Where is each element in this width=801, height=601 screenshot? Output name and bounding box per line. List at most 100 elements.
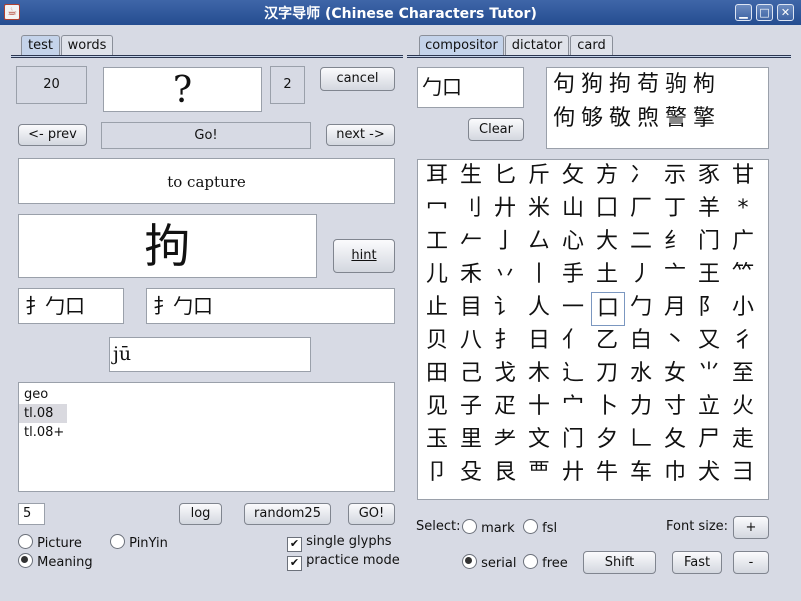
radical-cell[interactable]: 冫 <box>625 160 657 192</box>
font-minus-button[interactable]: - <box>733 551 769 574</box>
radical-cell[interactable]: 廾 <box>489 193 521 225</box>
radical-cell[interactable]: 女 <box>659 358 691 390</box>
radical-cell[interactable]: 田 <box>421 358 453 390</box>
radical-cell[interactable]: 甘 <box>727 160 759 192</box>
radio-serial[interactable] <box>462 554 477 569</box>
composition-left-field[interactable]: 扌勹口 <box>18 288 124 324</box>
radical-cell[interactable]: 厂 <box>625 193 657 225</box>
radical-cell[interactable]: 勹 <box>625 292 657 324</box>
radical-cell[interactable]: 止 <box>421 292 453 324</box>
radical-cell[interactable]: 王 <box>693 259 725 291</box>
radical-cell[interactable]: 亅 <box>489 226 521 258</box>
radical-cell[interactable]: 广 <box>727 226 759 258</box>
radical-cell[interactable]: 木 <box>523 358 555 390</box>
radical-cell[interactable]: 夕 <box>591 424 623 456</box>
radical-cell[interactable]: 讠 <box>489 292 521 324</box>
tab-dictator[interactable]: dictator <box>505 35 569 57</box>
radical-cell[interactable]: 𠃊 <box>625 424 657 456</box>
option-fsl[interactable]: fsl <box>523 519 557 536</box>
radical-cell[interactable]: 攵 <box>557 160 589 192</box>
radical-cell[interactable]: 戈 <box>489 358 521 390</box>
maximize-button[interactable]: □ <box>756 4 773 21</box>
radical-cell[interactable]: 力 <box>625 391 657 423</box>
radical-cell[interactable]: 宀 <box>557 391 589 423</box>
radical-cell[interactable]: 扌 <box>489 325 521 357</box>
radical-cell[interactable]: 𠂉 <box>455 226 487 258</box>
radio-fsl[interactable] <box>523 519 538 534</box>
pinyin-field[interactable]: jū <box>109 337 311 372</box>
fast-button[interactable]: Fast <box>672 551 722 574</box>
option-single-glyphs[interactable]: ✔ single glyphs <box>287 534 392 552</box>
radical-cell[interactable]: 尸 <box>693 424 725 456</box>
radical-cell[interactable]: 禾 <box>455 259 487 291</box>
compose-input[interactable]: 勹口 <box>417 67 524 108</box>
radical-cell[interactable]: 日 <box>523 325 555 357</box>
radical-cell[interactable]: 寸 <box>659 391 691 423</box>
radical-cell[interactable]: 豕 <box>693 160 725 192</box>
radical-cell[interactable]: 口 <box>591 292 625 326</box>
shift-button[interactable]: Shift <box>583 551 656 574</box>
radical-cell[interactable]: 火 <box>727 391 759 423</box>
radical-cell[interactable]: 刀 <box>591 358 623 390</box>
tab-test[interactable]: test <box>21 35 60 57</box>
clear-button[interactable]: Clear <box>468 118 524 141</box>
random25-button[interactable]: random25 <box>244 503 331 525</box>
radical-cell[interactable]: 见 <box>421 391 453 423</box>
option-pinyin[interactable]: PinYin <box>110 534 168 551</box>
radical-cell[interactable]: 疋 <box>489 391 521 423</box>
radical-cell[interactable]: 水 <box>625 358 657 390</box>
word-list[interactable]: geo tl.08 tl.08+ <box>18 382 395 492</box>
radical-cell[interactable]: 大 <box>591 226 623 258</box>
results-row[interactable]: 佝够敬煦警擎 <box>547 102 768 136</box>
radical-cell[interactable]: 纟 <box>659 226 691 258</box>
tab-words[interactable]: words <box>61 35 113 57</box>
minimize-button[interactable]: ▁ <box>735 4 752 21</box>
radical-cell[interactable]: ⺮ <box>727 259 759 291</box>
radical-cell[interactable]: 小 <box>727 292 759 324</box>
radical-cell[interactable]: 乙 <box>591 325 623 357</box>
radical-cell[interactable]: 贝 <box>421 325 453 357</box>
go-button[interactable]: Go! <box>101 122 311 149</box>
list-item[interactable]: geo <box>19 385 394 404</box>
radical-cell[interactable]: 心 <box>557 226 589 258</box>
font-plus-button[interactable]: + <box>733 516 769 539</box>
option-mark[interactable]: mark <box>462 519 515 536</box>
option-meaning[interactable]: Meaning <box>18 553 93 570</box>
radical-cell[interactable]: 手 <box>557 259 589 291</box>
radical-cell[interactable]: 十 <box>523 391 555 423</box>
radio-mark[interactable] <box>462 519 477 534</box>
radical-cell[interactable]: 辶 <box>557 358 589 390</box>
radical-cell[interactable]: 廾 <box>557 457 589 489</box>
quantity-field[interactable]: 5 <box>18 503 45 525</box>
option-free[interactable]: free <box>523 554 568 571</box>
radical-cell[interactable]: 门 <box>557 424 589 456</box>
radical-cell[interactable]: 艮 <box>489 457 521 489</box>
radical-cell[interactable]: 斤 <box>523 160 555 192</box>
radical-cell[interactable]: 亠 <box>659 259 691 291</box>
radical-cell[interactable]: 卜 <box>591 391 623 423</box>
radical-cell[interactable]: 殳 <box>455 457 487 489</box>
radical-cell[interactable]: ⺌ <box>693 358 725 390</box>
radio-pinyin[interactable] <box>110 534 125 549</box>
radical-cell[interactable]: 巾 <box>659 457 691 489</box>
radical-cell[interactable]: 里 <box>455 424 487 456</box>
radical-cell[interactable]: 丁 <box>659 193 691 225</box>
radio-picture[interactable] <box>18 534 33 549</box>
radical-cell[interactable]: 人 <box>523 292 555 324</box>
option-serial[interactable]: serial <box>462 554 516 571</box>
next-button[interactable]: next -> <box>326 124 395 146</box>
radical-cell[interactable]: 牛 <box>591 457 623 489</box>
prev-button[interactable]: <- prev <box>18 124 87 146</box>
radical-cell[interactable]: 儿 <box>421 259 453 291</box>
option-picture[interactable]: Picture <box>18 534 82 551</box>
radical-cell[interactable]: 耂 <box>489 424 521 456</box>
radical-cell[interactable]: 白 <box>625 325 657 357</box>
radical-cell[interactable]: 山 <box>557 193 589 225</box>
list-item-selected[interactable]: tl.08 <box>19 404 67 423</box>
checkbox-single-glyphs[interactable]: ✔ <box>287 537 302 552</box>
radical-cell[interactable]: 夂 <box>659 424 691 456</box>
radical-cell[interactable]: 刂 <box>455 193 487 225</box>
radical-cell[interactable]: * <box>727 193 759 225</box>
list-item[interactable]: tl.08+ <box>19 423 394 442</box>
radical-cell[interactable]: 丷 <box>489 259 521 291</box>
